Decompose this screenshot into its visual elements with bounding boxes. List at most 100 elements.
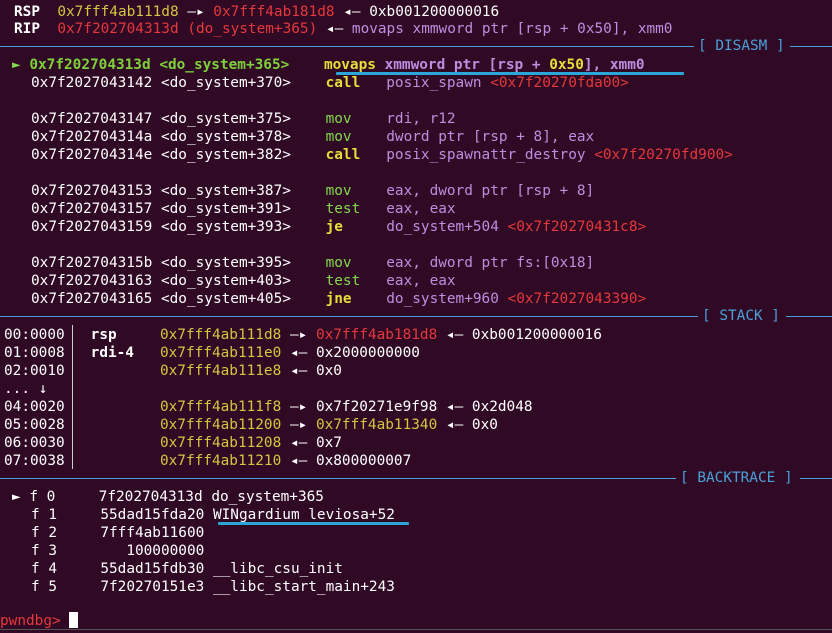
stack-row[interactable]: 06:0030 0x7fff4ab11208 ◂— 0x7: [0, 434, 832, 452]
disasm-line[interactable]: 0x7f2027043157 <do_system+391> test eax,…: [0, 200, 832, 218]
frame-symbol: __libc_start_main+243: [212, 579, 395, 595]
disasm-args: eax, dword ptr fs:[0x18]: [386, 255, 595, 271]
text-cursor[interactable]: [69, 612, 79, 628]
disasm-line[interactable]: 0x7f202704315b <do_system+395> mov eax, …: [0, 254, 832, 272]
disasm-line[interactable]: 0x7f202704314a <do_system+378> mov dword…: [0, 128, 832, 146]
backtrace-frame[interactable]: f 4 55dad15fdb30 __libc_csu_init: [0, 560, 832, 578]
frame-number: f 5: [31, 579, 57, 595]
disasm-header-label: [ DISASM ]: [698, 38, 785, 54]
disasm-mnemonic: je: [325, 219, 343, 235]
reg-name: RSP: [14, 4, 40, 20]
disasm-line[interactable]: 0x7f2027043159 <do_system+393> je do_sys…: [0, 218, 832, 236]
disasm-args: do_system+504: [386, 219, 508, 235]
stack-index: 01:0008: [4, 345, 65, 361]
stack-row[interactable]: 01:0008 rdi-4 0x7fff4ab111e0 ◂— 0x200000…: [0, 344, 832, 362]
disasm-args: xmmword ptr [rsp +: [384, 57, 550, 73]
frame-number: f 3: [31, 543, 57, 559]
arrow-left-icon: ◂—: [289, 453, 308, 469]
disasm-symbol: <do_system+375>: [160, 111, 291, 127]
disasm-args: eax, eax: [386, 273, 456, 289]
reg-rip-args: xmmword ptr [rsp + 0x50], xmm0: [403, 21, 673, 37]
disasm-line[interactable]: 0x7f2027043147 <do_system+375> mov rdi, …: [0, 110, 832, 128]
disasm-mnemonic: test: [325, 201, 361, 217]
arrow-left-icon: ◂—: [445, 327, 464, 343]
stack-row[interactable]: 02:0010 0x7fff4ab111e8 ◂— 0x0: [0, 362, 832, 380]
backtrace-header: [ BACKTRACE ]: [0, 469, 832, 487]
disasm-args: eax, eax: [386, 201, 456, 217]
disasm-line[interactable]: 0x7f2027043165 <do_system+405> jne do_sy…: [0, 290, 832, 308]
disasm-args: ], xmm0: [583, 57, 645, 73]
disasm-mnemonic: call: [325, 75, 361, 91]
frame-symbol: __libc_csu_init: [212, 561, 343, 577]
header-rule: [0, 46, 694, 47]
disasm-mnemonic: mov: [325, 129, 352, 145]
frame-number: f 0: [29, 489, 56, 505]
stack-value: 0x2000000000: [315, 345, 420, 361]
stack-value: 0x0: [315, 363, 342, 379]
stack-row[interactable]: 00:0000 rsp 0x7fff4ab111d8 —▸ 0x7fff4ab1…: [0, 326, 832, 344]
frame-address: 7f20270151e3: [100, 579, 205, 595]
disasm-target: <0x7f20270fd900>: [594, 147, 733, 163]
stack-pointer: 0x7fff4ab11340: [315, 417, 438, 433]
arrow-left-icon: ◂—: [289, 345, 308, 361]
disasm-line[interactable]: 0x7f2027043163 <do_system+403> test eax,…: [0, 272, 832, 290]
backtrace-frame[interactable]: f 2 7fff4ab11600: [0, 524, 832, 542]
reg-rip-op: movaps: [351, 21, 404, 37]
disasm-args: do_system+960: [386, 291, 508, 307]
stack-value: 0x2d048: [471, 399, 533, 415]
arrow-right-icon: —▸: [289, 327, 308, 343]
backtrace-header-label: [ BACKTRACE ]: [680, 470, 793, 486]
backtrace-frame[interactable]: f 3 100000000: [0, 542, 832, 560]
stack-row[interactable]: 04:0020 0x7fff4ab111f8 —▸ 0x7f20271e9f98…: [0, 398, 832, 416]
disasm-address: 0x7f2027043159: [31, 219, 153, 235]
disasm-mnemonic: movaps: [323, 57, 376, 73]
stack-address: 0x7fff4ab11208: [159, 435, 282, 451]
disasm-line[interactable]: 0x7f2027043153 <do_system+387> mov eax, …: [0, 182, 832, 200]
prompt-label: pwndbg>: [0, 613, 61, 629]
disasm-address: 0x7f2027043142: [31, 75, 153, 91]
disasm-mnemonic: test: [325, 273, 361, 289]
stack-register: rdi-4: [90, 345, 134, 361]
reg-name: RIP: [14, 21, 40, 37]
command-prompt[interactable]: pwndbg>: [0, 612, 832, 630]
stack-skip: ... ↓: [0, 380, 832, 398]
disasm-symbol: <do_system+370>: [160, 75, 291, 91]
stack-row[interactable]: 05:0028 0x7fff4ab11200 —▸ 0x7fff4ab11340…: [0, 416, 832, 434]
frame-address: 100000000: [126, 543, 205, 559]
arrow-left-icon: ◂—: [317, 21, 352, 37]
backtrace-frame[interactable]: f 1 55dad15fda20 WINgardium_leviosa+52: [0, 506, 832, 524]
arrow-left-icon: ◂—: [445, 417, 464, 433]
disasm-address: 0x7f202704314e: [31, 147, 153, 163]
stack-row[interactable]: 07:0038 0x7fff4ab11210 ◂— 0x800000007: [0, 452, 832, 470]
stack-skip-text: ... ↓: [4, 381, 48, 397]
disasm-args-imm: 0x50: [549, 57, 584, 73]
reg-rsp-value: 0xb001200000016: [369, 4, 500, 20]
frame-address: 55dad15fdb30: [100, 561, 205, 577]
terminal-window[interactable]: RSP 0x7fff4ab111d8 —▸ 0x7fff4ab181d8 ◂— …: [0, 0, 832, 633]
disasm-symbol: <do_system+378>: [160, 129, 291, 145]
disasm-args: posix_spawnattr_destroy: [386, 147, 595, 163]
stack-address: 0x7fff4ab111d8: [159, 327, 282, 343]
stack-register: rsp: [90, 327, 117, 343]
header-rule: [0, 316, 698, 317]
disasm-line[interactable]: 0x7f202704314e <do_system+382> call posi…: [0, 146, 832, 164]
disasm-header: [ DISASM ]: [0, 37, 832, 55]
disasm-symbol: <do_system+395>: [160, 255, 291, 271]
backtrace-frame[interactable]: f 5 7f20270151e3 __libc_start_main+243: [0, 578, 832, 596]
stack-address: 0x7fff4ab111e8: [159, 363, 282, 379]
disasm-line[interactable]: 0x7f2027043142 <do_system+370> call posi…: [0, 74, 832, 92]
stack-address: 0x7fff4ab111f8: [159, 399, 282, 415]
stack-index: 06:0030: [4, 435, 65, 451]
reg-rip-addr: 0x7f202704313d (do_system+365): [57, 21, 318, 37]
disasm-address: 0x7f202704314a: [31, 129, 153, 145]
stack-index: 04:0020: [4, 399, 65, 415]
stack-address: 0x7fff4ab11200: [159, 417, 282, 433]
disasm-symbol: <do_system+403>: [160, 273, 291, 289]
backtrace-frame-current[interactable]: ► f 0 7f202704313d do_system+365: [0, 488, 832, 506]
disasm-symbol: <do_system+387>: [160, 183, 291, 199]
reg-rsp-pointer: 0x7fff4ab181d8: [213, 4, 335, 20]
register-rip-row: RIP 0x7f202704313d (do_system+365) ◂— mo…: [0, 20, 832, 38]
disasm-target: <0x7f2027043390>: [507, 291, 647, 307]
disasm-target: <0x7f20270431c8>: [507, 219, 647, 235]
disasm-mnemonic: call: [325, 147, 361, 163]
